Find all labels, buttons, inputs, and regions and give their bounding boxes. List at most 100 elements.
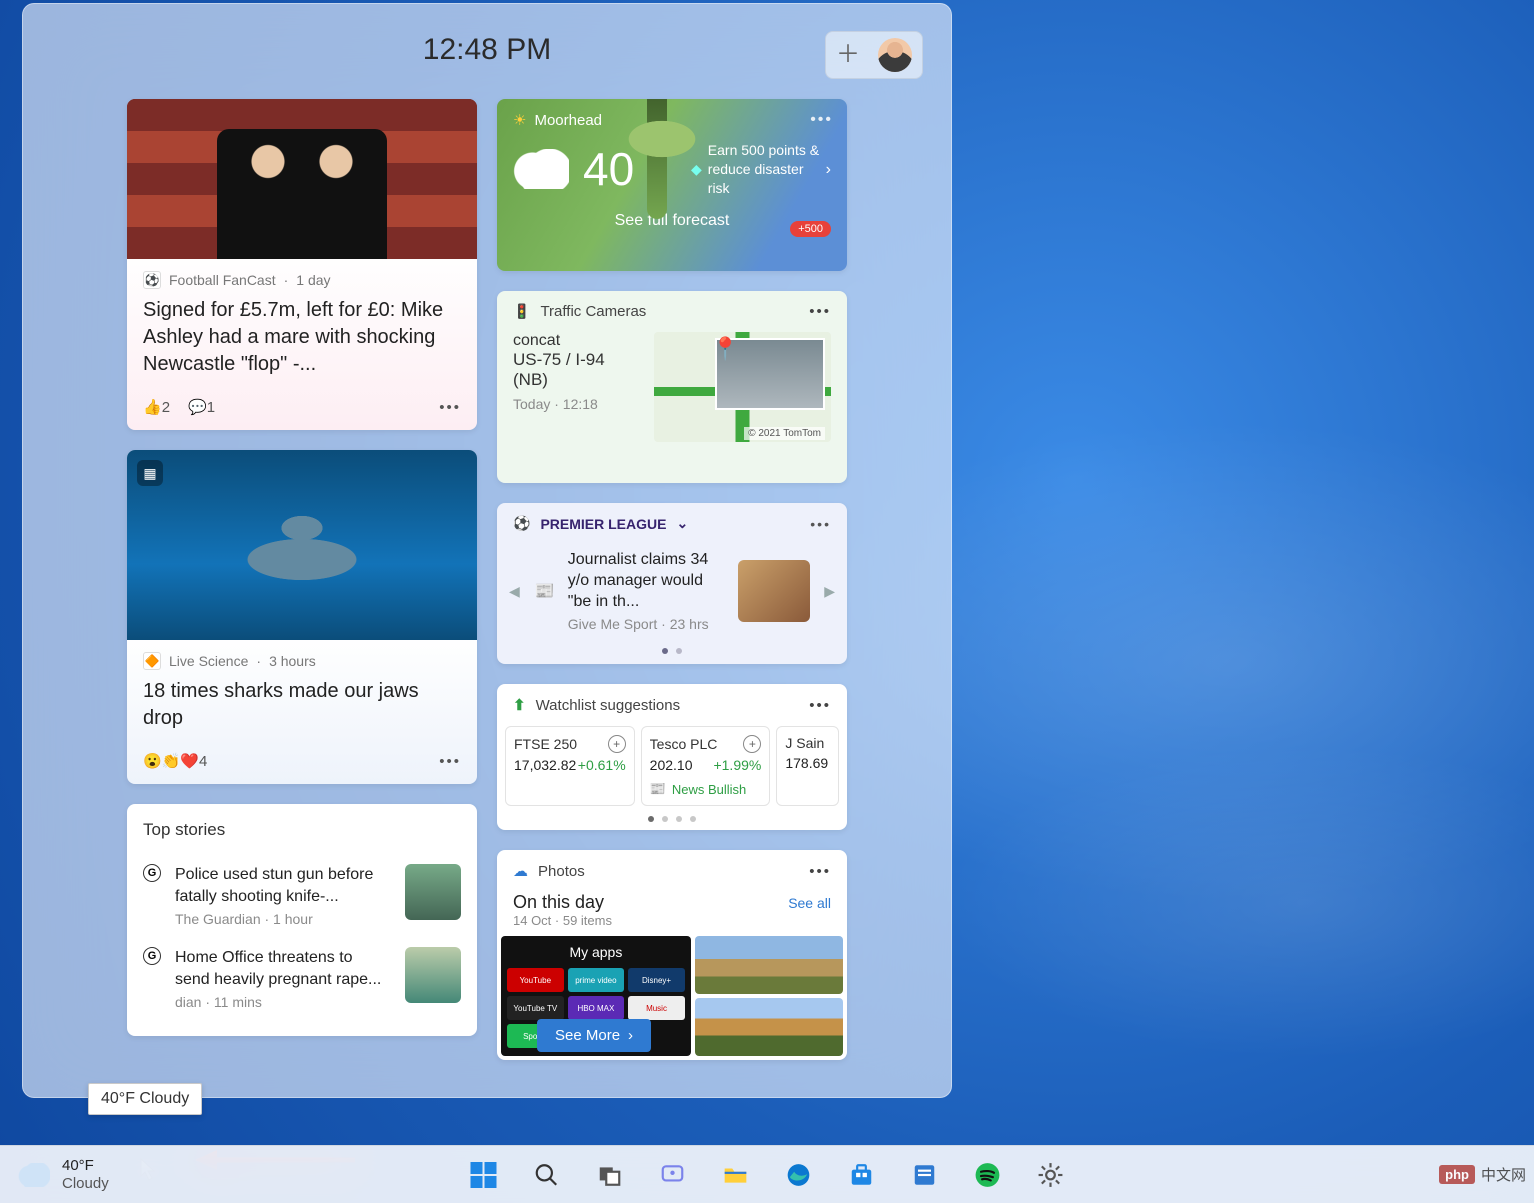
watchlist-title: Watchlist suggestions <box>536 697 681 714</box>
card-more-icon[interactable]: ••• <box>810 111 833 129</box>
settings-button[interactable] <box>1036 1160 1066 1190</box>
card-more-icon[interactable]: ••• <box>810 516 831 532</box>
traffic-card[interactable]: 🚦 Traffic Cameras ••• concat US-75 / I-9… <box>497 291 847 483</box>
start-button[interactable] <box>469 1160 499 1190</box>
store-button[interactable] <box>847 1160 877 1190</box>
app-tile: YouTube TV <box>507 996 564 1020</box>
top-story-item[interactable]: G Home Office threatens to send heavily … <box>143 937 461 1020</box>
watermark-text: 中文网 <box>1481 1164 1526 1185</box>
gallery-icon: ▦ <box>137 460 163 486</box>
ticker-change: +1.99% <box>713 757 761 773</box>
taskbar: 40°F Cloudy <box>0 1145 1534 1203</box>
photos-heading: On this day <box>513 892 612 913</box>
card-more-icon[interactable]: ••• <box>439 399 461 416</box>
chat-button[interactable] <box>658 1160 688 1190</box>
taskbar-temp: 40°F <box>62 1157 109 1174</box>
league-icon: ⚽ <box>513 515 530 532</box>
photos-header: ☁ Photos ••• <box>497 850 847 892</box>
card-more-icon[interactable]: ••• <box>809 863 831 880</box>
onedrive-icon: ☁ <box>513 862 528 880</box>
ticker-price: 202.10 <box>650 757 693 773</box>
spotify-button[interactable] <box>973 1160 1003 1190</box>
news-card-football[interactable]: ⚽ Football FanCast · 1 day Signed for £5… <box>127 99 477 430</box>
top-story-thumb <box>405 864 461 920</box>
sun-icon: ☀ <box>513 111 526 129</box>
card-more-icon[interactable]: ••• <box>809 697 831 714</box>
card-more-icon[interactable]: ••• <box>809 303 831 320</box>
apps-title: My apps <box>507 944 685 960</box>
guardian-icon: G <box>143 947 161 965</box>
ticker-change: +0.61% <box>578 757 626 773</box>
sports-headline: Journalist claims 34 y/o manager would "… <box>568 550 726 612</box>
user-avatar[interactable] <box>878 38 912 72</box>
photos-card[interactable]: ☁ Photos ••• On this day 14 Oct · 59 ite… <box>497 850 847 1060</box>
add-widget-button[interactable]: ＋ <box>836 43 860 67</box>
top-story-meta: The Guardian · 1 hour <box>175 911 391 927</box>
news-headline: Signed for £5.7m, left for £0: Mike Ashl… <box>127 293 477 388</box>
weather-card[interactable]: ☀ Moorhead ••• 40 °F ◆ Earn 500 points &… <box>497 99 847 271</box>
app-tile: HBO MAX <box>568 996 625 1020</box>
app-tile: Music <box>628 996 685 1020</box>
widgets-panel: 12:48 PM ＋ ⚽ Football FanCast · 1 day Si… <box>22 3 952 1098</box>
see-more-button[interactable]: See More› <box>537 1019 651 1052</box>
guardian-icon: G <box>143 864 161 882</box>
top-stories-card: Top stories G Police used stun gun befor… <box>127 804 477 1036</box>
watchlist-item[interactable]: J Sain 178.69 <box>776 726 839 806</box>
ticker-name: J Sain <box>785 735 824 751</box>
watchlist-card[interactable]: ⬆ Watchlist suggestions ••• FTSE 250 + 17… <box>497 684 847 830</box>
weather-header: ☀ Moorhead <box>497 99 847 141</box>
taskbar-condition: Cloudy <box>62 1175 109 1192</box>
stocks-icon: ⬆ <box>513 696 526 714</box>
search-button[interactable] <box>532 1160 562 1190</box>
see-all-link[interactable]: See all <box>788 895 831 911</box>
map-copyright: © 2021 TomTom <box>744 427 825 440</box>
add-ticker-button[interactable]: + <box>608 735 626 753</box>
top-story-item[interactable]: G Police used stun gun before fatally sh… <box>143 854 461 937</box>
task-view-button[interactable] <box>595 1160 625 1190</box>
top-story-headline: Home Office threatens to send heavily pr… <box>175 947 391 990</box>
news-image: ▦ <box>127 450 477 640</box>
ticker-name: FTSE 250 <box>514 736 577 752</box>
file-explorer-button[interactable] <box>721 1160 751 1190</box>
sports-pager <box>497 648 847 654</box>
edge-button[interactable] <box>784 1160 814 1190</box>
watchlist-item[interactable]: Tesco PLC + 202.10 +1.99% 📰 News Bullish <box>641 726 771 806</box>
ticker-news-tag: 📰 News Bullish <box>650 781 762 797</box>
weather-promo[interactable]: ◆ Earn 500 points & reduce disaster risk… <box>691 141 831 198</box>
points-badge: +500 <box>790 221 831 237</box>
chevron-down-icon[interactable]: ⌄ <box>676 515 688 532</box>
react-emojis[interactable]: 😮👏❤️4 <box>143 752 207 770</box>
news-source-row: ⚽ Football FanCast · 1 day <box>127 259 477 293</box>
add-ticker-button[interactable]: + <box>743 735 761 753</box>
ticker-price: 17,032.82 <box>514 757 576 773</box>
photo-thumb <box>695 998 843 1056</box>
sports-meta: Give Me Sport · 23 hrs <box>568 616 726 632</box>
react-comment[interactable]: 💬1 <box>188 398 215 416</box>
sports-body: ◀ 📰 Journalist claims 34 y/o manager wou… <box>497 544 847 638</box>
watchlist-item[interactable]: FTSE 250 + 17,032.82+0.61% <box>505 726 635 806</box>
card-more-icon[interactable]: ••• <box>439 753 461 770</box>
ticker-name: Tesco PLC <box>650 736 718 752</box>
taskbar-weather-widget[interactable]: 40°F Cloudy <box>18 1157 109 1192</box>
source-icon: 🔶 <box>143 652 161 670</box>
top-story-meta: dian · 11 mins <box>175 994 391 1010</box>
ticker-price: 178.69 <box>785 755 828 771</box>
photos-meta: 14 Oct · 59 items <box>513 913 612 928</box>
photos-subheader: On this day 14 Oct · 59 items See all <box>497 892 847 936</box>
sports-prev-button[interactable]: ◀ <box>507 583 522 600</box>
sports-next-button[interactable]: ▶ <box>822 583 837 600</box>
site-watermark: php 中文网 <box>1439 1164 1526 1185</box>
panel-header: 12:48 PM ＋ <box>53 29 921 87</box>
top-stories-title: Top stories <box>143 820 461 840</box>
sports-card[interactable]: ⚽ PREMIER LEAGUE ⌄ ••• ◀ 📰 Journalist cl… <box>497 503 847 664</box>
widgets-left-column: ⚽ Football FanCast · 1 day Signed for £5… <box>127 99 477 1060</box>
watchlist-header: ⬆ Watchlist suggestions ••• <box>497 684 847 726</box>
weather-temp: 40 <box>583 142 634 196</box>
traffic-time: Today · 12:18 <box>513 396 640 412</box>
news-card-sharks[interactable]: ▦ 🔶 Live Science · 3 hours 18 times shar… <box>127 450 477 784</box>
clock-time: 12:48 PM <box>423 33 551 67</box>
app-button-blue[interactable] <box>910 1160 940 1190</box>
react-thumb[interactable]: 👍2 <box>143 398 170 416</box>
source-name: Live Science <box>169 653 248 669</box>
app-tile: YouTube <box>507 968 564 992</box>
